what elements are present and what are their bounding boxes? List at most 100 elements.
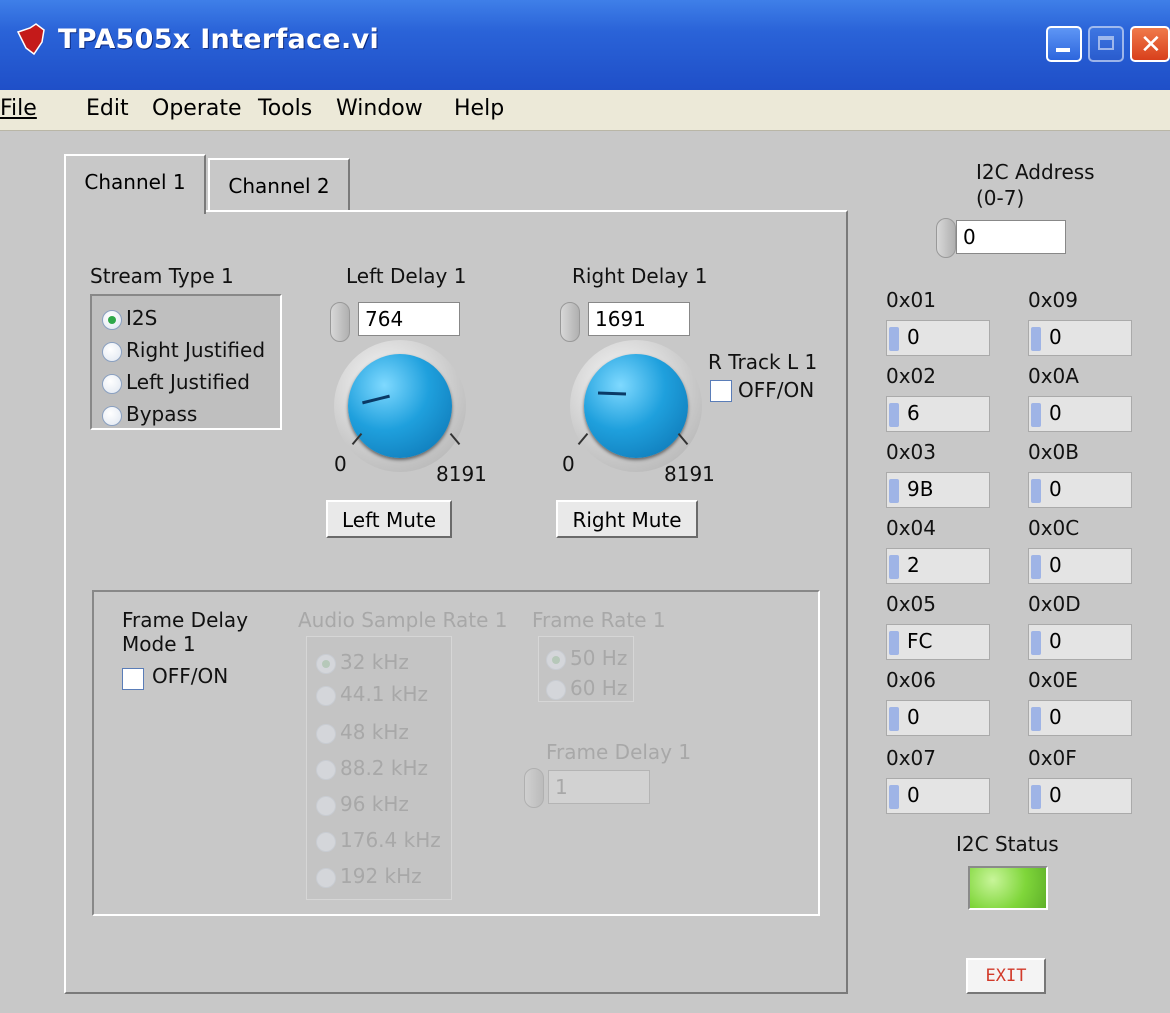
left-delay-spinner[interactable] [330,302,350,342]
radio-left-justified-label: Left Justified [126,370,250,394]
minimize-button[interactable] [1046,26,1082,62]
reg-addr-label: 0x09 [1028,288,1079,312]
radio-i2s[interactable] [102,310,122,330]
left-delay-max-label: 8191 [436,462,487,486]
radio-176-4khz [316,832,336,852]
left-delay-input[interactable]: 764 [358,302,460,336]
reg-value-field: 0 [1028,396,1132,432]
maximize-icon [1098,36,1114,50]
radio-32khz-label: 32 kHz [340,650,409,674]
radio-44-1khz-label: 44.1 kHz [340,682,429,706]
reg-addr-label: 0x06 [886,668,937,692]
radio-176-4khz-label: 176.4 kHz [340,828,441,852]
radio-96khz [316,796,336,816]
i2c-status-led [968,866,1048,910]
radio-48khz [316,724,336,744]
radio-32khz [316,654,336,674]
radio-right-justified[interactable] [102,342,122,362]
menu-window[interactable]: Window [336,96,423,121]
close-button[interactable]: ✕ [1130,26,1170,62]
radio-right-justified-label: Right Justified [126,338,266,362]
radio-bypass[interactable] [102,406,122,426]
tab-channel-1[interactable]: Channel 1 [64,154,206,214]
reg-addr-label: 0x03 [886,440,937,464]
reg-addr-label: 0x0C [1028,516,1080,540]
radio-60hz-label: 60 Hz [570,676,628,700]
menu-operate[interactable]: Operate [152,96,242,121]
menu-tools[interactable]: Tools [258,96,312,121]
reg-addr-label: 0x04 [886,516,937,540]
radio-192khz-label: 192 kHz [340,864,422,888]
radio-192khz [316,868,336,888]
right-delay-min-label: 0 [562,452,575,476]
close-icon: ✕ [1140,30,1162,60]
reg-addr-label: 0x07 [886,746,937,770]
tab-channel-2[interactable]: Channel 2 [208,158,350,212]
radio-50hz-label: 50 Hz [570,646,628,670]
radio-88-2khz [316,760,336,780]
frame-delay-mode-checkbox-label: OFF/ON [152,664,229,688]
reg-value-field: 0 [1028,778,1132,814]
left-delay-knob[interactable] [348,354,452,458]
r-track-checkbox[interactable] [710,380,732,402]
reg-value-field: 0 [886,320,990,356]
stream-type-label: Stream Type 1 [90,264,234,288]
reg-value-field: 6 [886,396,990,432]
reg-addr-label: 0x0E [1028,668,1078,692]
reg-value-field: 0 [1028,624,1132,660]
reg-value-field: 0 [1028,472,1132,508]
right-delay-max-label: 8191 [664,462,715,486]
frame-delay-input: 1 [548,770,650,804]
window-title: TPA505x Interface.vi [58,24,379,55]
menu-edit[interactable]: Edit [86,96,129,121]
radio-50hz [546,650,566,670]
right-delay-knob[interactable] [584,354,688,458]
menu-file[interactable]: File [0,96,37,121]
r-track-label: R Track L 1 [708,350,818,374]
i2c-address-label: I2C Address [976,160,1095,184]
reg-value-field: 2 [886,548,990,584]
radio-96khz-label: 96 kHz [340,792,409,816]
ti-logo-icon [16,23,45,56]
maximize-button[interactable] [1088,26,1124,62]
reg-value-field: 0 [1028,700,1132,736]
i2c-address-spinner[interactable] [936,218,956,258]
radio-60hz [546,680,566,700]
radio-44-1khz [316,686,336,706]
radio-i2s-label: I2S [126,306,158,330]
reg-value-field: 9B [886,472,990,508]
reg-addr-label: 0x0D [1028,592,1081,616]
reg-value-field: 0 [886,700,990,736]
menu-help[interactable]: Help [454,96,504,121]
menu-bar: File Edit Operate Tools Window Help [0,90,1170,131]
frame-delay-mode-checkbox[interactable] [122,668,144,690]
right-delay-input[interactable]: 1691 [588,302,690,336]
reg-addr-label: 0x0F [1028,746,1077,770]
frame-rate-label: Frame Rate 1 [532,608,666,632]
left-delay-label: Left Delay 1 [346,264,467,288]
reg-addr-label: 0x0A [1028,364,1079,388]
reg-addr-label: 0x0B [1028,440,1080,464]
right-delay-spinner[interactable] [560,302,580,342]
right-delay-label: Right Delay 1 [572,264,708,288]
frame-delay-mode-label-line2: Mode 1 [122,632,196,656]
frame-delay-mode-label: Frame Delay [122,608,249,632]
reg-value-field: 0 [1028,320,1132,356]
i2c-address-range: (0-7) [976,186,1025,210]
right-mute-button[interactable]: Right Mute [556,500,698,538]
i2c-address-input[interactable]: 0 [956,220,1066,254]
minimize-icon [1056,48,1070,52]
exit-button[interactable]: EXIT [966,958,1046,994]
title-bar: TPA505x Interface.vi ✕ [0,0,1170,90]
reg-value-field: 0 [1028,548,1132,584]
reg-addr-label: 0x01 [886,288,937,312]
radio-bypass-label: Bypass [126,402,198,426]
left-delay-min-label: 0 [334,452,347,476]
audio-sample-rate-label: Audio Sample Rate 1 [298,608,508,632]
reg-value-field: 0 [886,778,990,814]
radio-left-justified[interactable] [102,374,122,394]
radio-88-2khz-label: 88.2 kHz [340,756,429,780]
left-mute-button[interactable]: Left Mute [326,500,452,538]
reg-addr-label: 0x05 [886,592,937,616]
i2c-status-label: I2C Status [956,832,1059,856]
